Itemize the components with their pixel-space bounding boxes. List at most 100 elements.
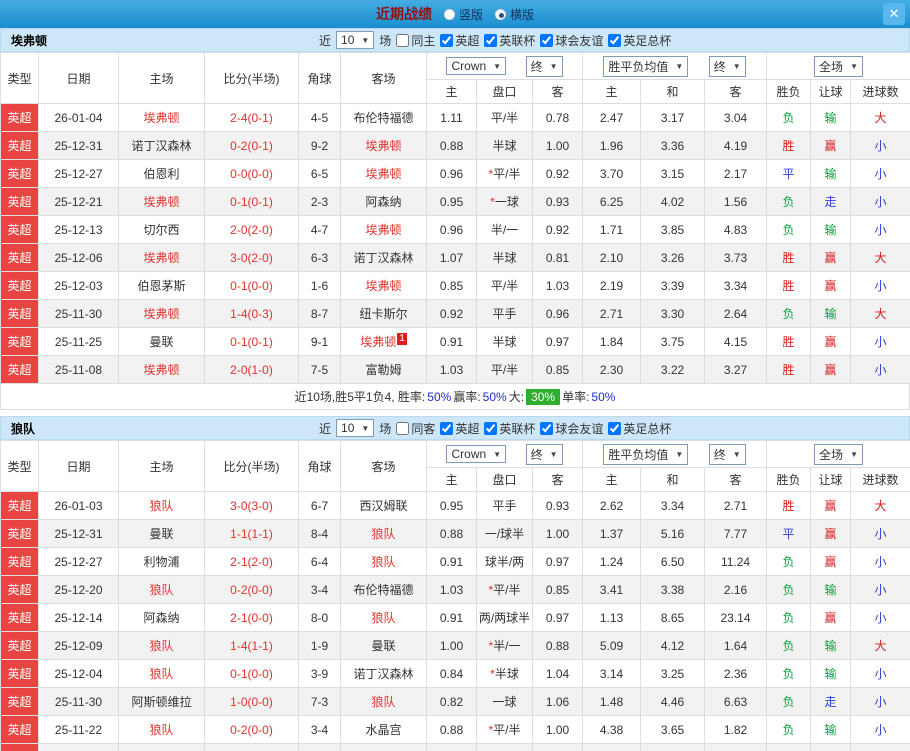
- home-team-link[interactable]: 狼队: [118, 575, 205, 604]
- friendly-checkbox[interactable]: [540, 421, 554, 435]
- home-team-link[interactable]: 诺丁汉森林: [118, 131, 205, 160]
- eu-home-odds: 3.14: [582, 659, 641, 688]
- home-team-link[interactable]: 曼联: [118, 327, 205, 356]
- epl-checkbox[interactable]: [440, 33, 454, 47]
- home-team-link[interactable]: 阿斯顿维拉: [118, 687, 205, 716]
- corners-cell: 6-3: [298, 243, 341, 272]
- away-team-link[interactable]: 水晶宫: [340, 715, 427, 744]
- ah-home-odds: 1.07: [426, 243, 477, 272]
- handicap-result-cell: 赢: [810, 519, 852, 548]
- away-team-link[interactable]: 埃弗顿: [340, 215, 427, 244]
- home-team-link[interactable]: 狼队: [118, 659, 205, 688]
- chevron-down-icon: ▼: [549, 61, 558, 71]
- home-team-link[interactable]: 切尔西: [118, 743, 205, 751]
- home-team-link[interactable]: 埃弗顿: [118, 299, 205, 328]
- ah-line: 半球: [476, 243, 533, 272]
- away-team-link[interactable]: 阿森纳: [340, 187, 427, 216]
- eu-draw-odds: 3.39: [640, 271, 705, 300]
- filter-league-epl[interactable]: 英超: [440, 420, 479, 437]
- eu-draw-odds: 3.30: [640, 299, 705, 328]
- away-team-link[interactable]: 布伦特福德: [340, 575, 427, 604]
- eu-final-select[interactable]: 终 ▼: [708, 55, 746, 77]
- away-team-link[interactable]: 曼联: [340, 631, 427, 660]
- away-team-link[interactable]: 诺丁汉森林: [340, 659, 427, 688]
- home-team-link[interactable]: 埃弗顿: [118, 187, 205, 216]
- home-team-link[interactable]: 狼队: [118, 715, 205, 744]
- fa-cup-checkbox[interactable]: [608, 421, 622, 435]
- away-team-link[interactable]: 富勒姆: [340, 355, 427, 384]
- home-team-link[interactable]: 利物浦: [118, 547, 205, 576]
- league-cup-checkbox[interactable]: [484, 421, 498, 435]
- avg-odds-select[interactable]: 胜平负均值 ▼: [603, 443, 689, 465]
- layout-radio-horizontal[interactable]: 横版: [495, 6, 534, 23]
- away-team-link[interactable]: 狼队: [340, 687, 427, 716]
- layout-radio-vertical[interactable]: 竖版: [443, 6, 483, 23]
- home-team-link[interactable]: 伯恩茅斯: [118, 271, 205, 300]
- filter-friendly[interactable]: 球会友谊: [540, 420, 603, 437]
- away-team-link[interactable]: 狼队: [340, 547, 427, 576]
- friendly-checkbox[interactable]: [540, 33, 554, 47]
- league-cup-checkbox[interactable]: [484, 33, 498, 47]
- away-team-link[interactable]: 埃弗顿: [340, 131, 427, 160]
- scope-select[interactable]: 全场 ▼: [814, 55, 863, 77]
- handicap-result-cell: 走: [810, 687, 852, 716]
- home-team-link[interactable]: 狼队: [118, 491, 205, 520]
- match-row: 英超 25-12-27 伯恩利 0-0(0-0) 6-5 埃弗顿 0.96 *平/半 0.92 3…: [0, 159, 910, 188]
- recent-count-select[interactable]: 10 ▼: [336, 31, 375, 49]
- eu-final-select[interactable]: 终 ▼: [708, 443, 746, 465]
- epl-checkbox[interactable]: [440, 421, 454, 435]
- home-team-link[interactable]: 埃弗顿: [118, 355, 205, 384]
- away-team-link[interactable]: 布伦特福德: [340, 103, 427, 132]
- summary-segment: 50%: [591, 389, 616, 404]
- ah-home-odds: 0.82: [426, 687, 477, 716]
- chevron-down-icon: ▼: [732, 61, 741, 71]
- same-venue-checkbox[interactable]: [396, 421, 410, 435]
- league-badge: 英超: [0, 299, 39, 328]
- close-icon[interactable]: ✕: [883, 3, 905, 25]
- home-team-link[interactable]: 伯恩利: [118, 159, 205, 188]
- away-team-link[interactable]: 诺丁汉森林: [340, 243, 427, 272]
- filter-fa-cup[interactable]: 英足总杯: [608, 420, 671, 437]
- away-team-link[interactable]: 纽卡斯尔: [340, 299, 427, 328]
- col-home: 主场: [118, 52, 205, 104]
- filter-friendly[interactable]: 球会友谊: [540, 32, 603, 49]
- filter-league-cup[interactable]: 英联杯: [484, 32, 535, 49]
- col-score: 比分(半场): [204, 440, 299, 492]
- away-team-link[interactable]: 狼队: [340, 603, 427, 632]
- eu-away-odds: 1.64: [703, 631, 768, 660]
- home-team-link[interactable]: 切尔西: [118, 215, 205, 244]
- away-team-link[interactable]: 狼队: [340, 743, 427, 751]
- same-venue-checkbox[interactable]: [396, 33, 410, 47]
- filter-fa-cup[interactable]: 英足总杯: [608, 32, 671, 49]
- away-team-link[interactable]: 埃弗顿: [340, 159, 427, 188]
- ah-away-odds: 1.03: [532, 271, 583, 300]
- ah-away-odds: 0.88: [532, 631, 583, 660]
- score-cell: 2-0(2-0): [204, 215, 299, 244]
- chevron-down-icon: ▼: [732, 449, 741, 459]
- home-team-link[interactable]: 曼联: [118, 519, 205, 548]
- fa-cup-checkbox[interactable]: [608, 33, 622, 47]
- filter-same-venue[interactable]: 同客: [396, 420, 435, 437]
- filter-league-epl[interactable]: 英超: [440, 32, 479, 49]
- home-team-link[interactable]: 埃弗顿: [118, 243, 205, 272]
- away-team-link[interactable]: 埃弗顿 1: [340, 327, 427, 356]
- avg-odds-select[interactable]: 胜平负均值 ▼: [603, 55, 689, 77]
- ah-final-select[interactable]: 终 ▼: [525, 55, 563, 77]
- home-team-link[interactable]: 阿森纳: [118, 603, 205, 632]
- bookmaker-select[interactable]: Crown ▼: [446, 57, 507, 75]
- league-badge: 英超: [0, 575, 39, 604]
- bookmaker-select[interactable]: Crown ▼: [446, 445, 507, 463]
- match-row: 英超 25-12-21 埃弗顿 0-1(0-1) 2-3 阿森纳 0.95 *一球 0.93 6.…: [0, 187, 910, 216]
- recent-count-select[interactable]: 10 ▼: [336, 419, 375, 437]
- home-team-link[interactable]: 埃弗顿: [118, 103, 205, 132]
- ah-final-select[interactable]: 终 ▼: [525, 443, 563, 465]
- away-team-link[interactable]: 埃弗顿: [340, 271, 427, 300]
- filter-league-cup[interactable]: 英联杯: [484, 420, 535, 437]
- summary-segment: 50%: [482, 389, 507, 404]
- filter-same-venue[interactable]: 同主: [396, 32, 435, 49]
- home-team-link[interactable]: 狼队: [118, 631, 205, 660]
- away-team-link[interactable]: 西汉姆联: [340, 491, 427, 520]
- ah-home-odds: 0.95: [426, 491, 477, 520]
- scope-select[interactable]: 全场 ▼: [814, 443, 863, 465]
- away-team-link[interactable]: 狼队: [340, 519, 427, 548]
